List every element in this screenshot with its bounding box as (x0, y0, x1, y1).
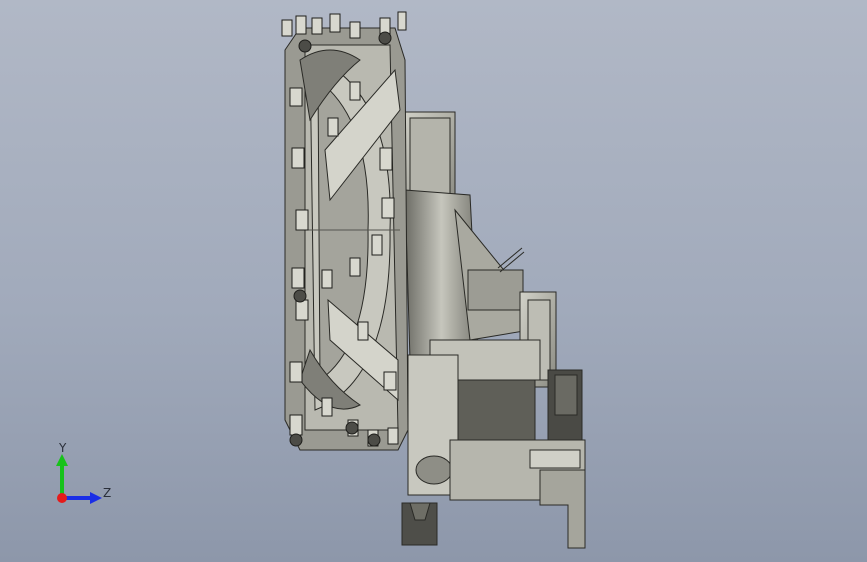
cad-assembly-model[interactable] (0, 0, 867, 562)
graphics-viewport[interactable]: Y Z (0, 0, 867, 562)
y-axis-label: Y (59, 441, 67, 455)
axis-triad-icon (56, 454, 102, 504)
axis-triad: Y Z (46, 436, 116, 516)
gearbox-housing (399, 111, 586, 549)
z-axis-label: Z (103, 486, 112, 500)
